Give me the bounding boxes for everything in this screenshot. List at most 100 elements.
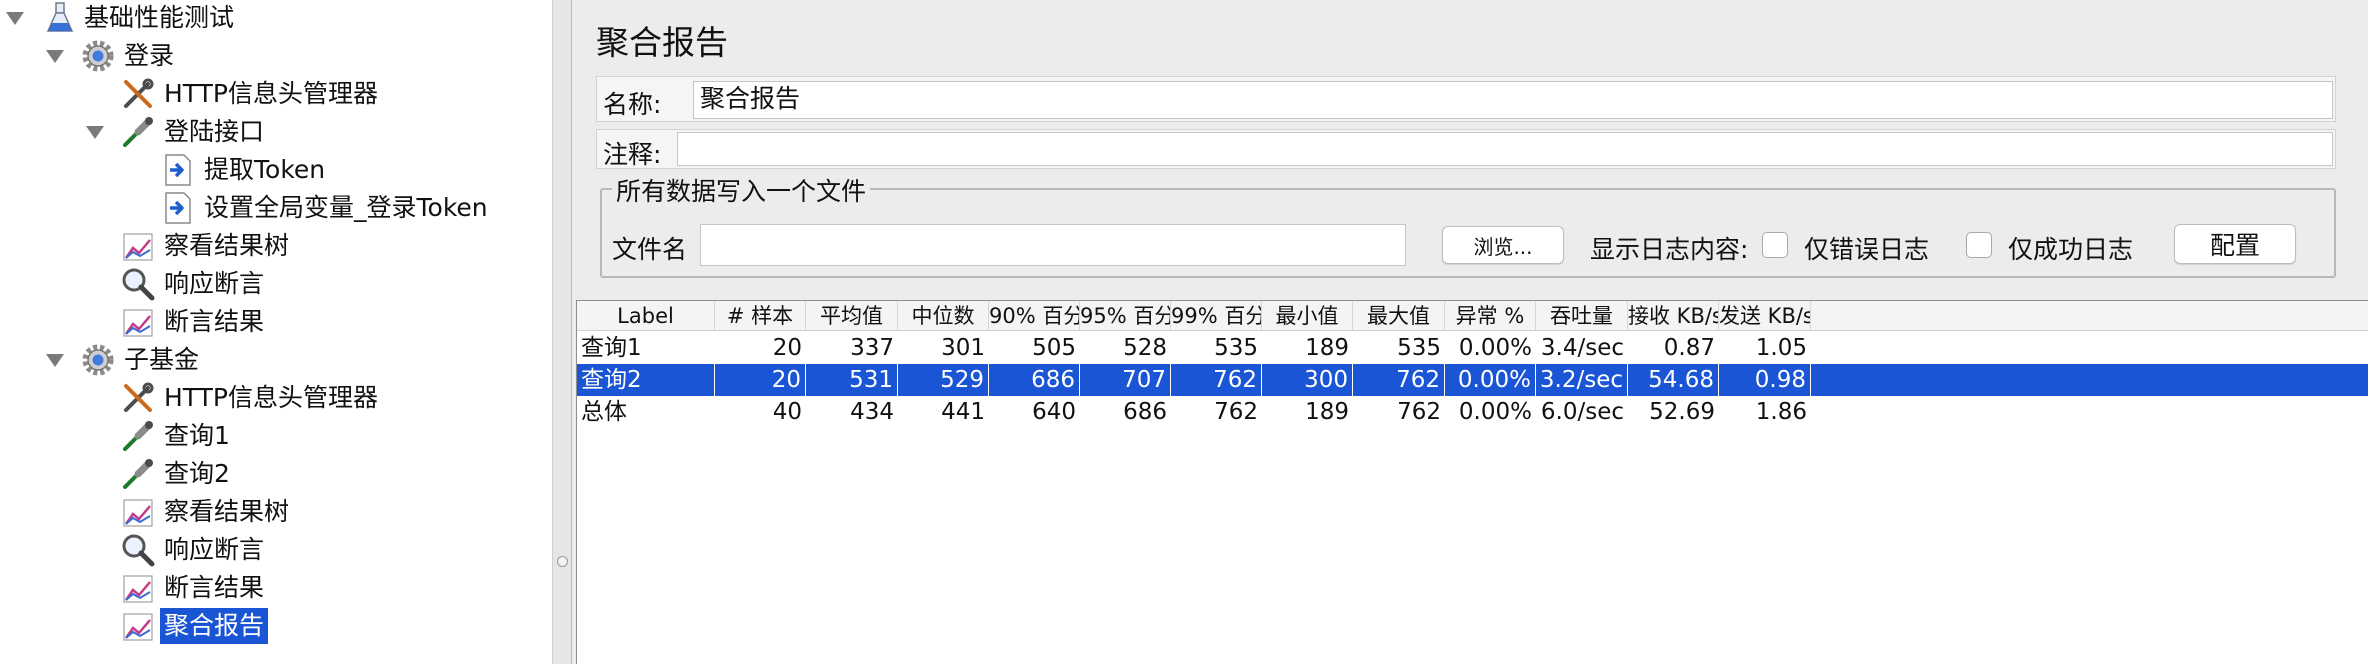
tree-item-label: HTTP信息头管理器 (164, 383, 378, 412)
column-header[interactable]: 平均值 (806, 301, 898, 331)
cell: 20 (772, 335, 802, 361)
column-header[interactable]: # 样本 (715, 301, 806, 331)
cell: 762 (1171, 364, 1262, 396)
column-header[interactable]: 99% 百分位 (1171, 301, 1262, 331)
cell: 40 (772, 399, 802, 425)
pipette-icon (120, 418, 156, 454)
cell: 总体 (581, 399, 627, 425)
cell: 0.00% (1445, 364, 1536, 396)
cell: 762 (1353, 364, 1445, 396)
table-header: Label # 样本 平均值 中位数 90% 百分位 95% 百分位 99% 百… (577, 301, 2368, 331)
column-header[interactable]: 最大值 (1353, 301, 1445, 331)
aggregate-report-panel: 聚合报告 名称: 聚合报告 注释: 所有数据写入一个文件 文件名 浏览... 显… (572, 0, 2368, 664)
column-header[interactable]: 发送 KB/sec (1719, 301, 1811, 331)
cell: 189 (1305, 335, 1349, 361)
cell: 54.68 (1628, 364, 1719, 396)
cell: 0.00% (1458, 335, 1532, 361)
cell: 6.0/sec (1540, 399, 1624, 425)
extractor-icon (160, 152, 196, 188)
name-input[interactable]: 聚合报告 (693, 81, 2333, 119)
cell: 300 (1262, 364, 1353, 396)
gear-icon (80, 38, 116, 74)
page-title: 聚合报告 (596, 23, 728, 62)
cell: 434 (850, 399, 894, 425)
write-to-file-group: 所有数据写入一个文件 文件名 浏览... 显示日志内容: 仅错误日志 仅成功日志… (600, 172, 2336, 278)
magnifier-icon (120, 532, 156, 568)
graph-icon (120, 494, 156, 530)
tree-item-label: 断言结果 (164, 573, 265, 602)
tree-item-label: 设置全局变量_登录Token (204, 193, 488, 222)
cell: 762 (1214, 399, 1258, 425)
cell: 707 (1080, 364, 1171, 396)
column-header[interactable]: Label (577, 301, 715, 331)
column-header[interactable]: 接收 KB/sec (1628, 301, 1719, 331)
cell: 531 (806, 364, 898, 396)
column-header[interactable]: 最小值 (1262, 301, 1353, 331)
column-header[interactable]: 95% 百分位 (1080, 301, 1171, 331)
comment-label: 注释: (603, 140, 662, 169)
results-table: Label # 样本 平均值 中位数 90% 百分位 95% 百分位 99% 百… (576, 300, 2368, 664)
cell: 查询2 (577, 364, 715, 396)
success-only-label: 仅成功日志 (2008, 235, 2134, 264)
tree-item-label: 登录 (124, 41, 175, 70)
configure-button[interactable]: 配置 (2174, 224, 2296, 264)
graph-icon (120, 228, 156, 264)
name-row: 名称: 聚合报告 (596, 76, 2336, 122)
errors-only-checkbox[interactable] (1762, 232, 1788, 258)
tree-item-label: 聚合报告 (160, 608, 269, 644)
comment-row: 注释: (596, 129, 2336, 169)
column-header[interactable]: 吞吐量 (1536, 301, 1628, 331)
table-row[interactable]: 查询1 20 337 301 505 528 535 189 535 0.00%… (577, 332, 2368, 364)
tree-item-label: 响应断言 (164, 269, 265, 298)
cell: 3.4/sec (1540, 335, 1624, 361)
filename-label: 文件名 (612, 235, 688, 264)
cell: 3.2/sec (1536, 364, 1628, 396)
cell: 查询1 (581, 335, 642, 361)
cell: 52.69 (1649, 399, 1715, 425)
comment-input[interactable] (677, 132, 2333, 166)
cell: 0.00% (1458, 399, 1532, 425)
tree-item-label: 子基金 (124, 345, 200, 374)
group-legend: 所有数据写入一个文件 (612, 172, 871, 208)
graph-icon (120, 304, 156, 340)
cell: 640 (1032, 399, 1076, 425)
success-only-checkbox[interactable] (1966, 232, 1992, 258)
wrench-icon (120, 76, 156, 112)
wrench-icon (120, 380, 156, 416)
expand-toggle-icon[interactable] (44, 45, 66, 67)
tree-item-label: 登陆接口 (164, 117, 265, 146)
cell: 1.05 (1755, 335, 1807, 361)
graph-icon (120, 570, 156, 606)
cell: 189 (1305, 399, 1349, 425)
filename-input[interactable] (700, 224, 1406, 266)
column-header[interactable]: 异常 % (1445, 301, 1536, 331)
tree-item-label: 基础性能测试 (84, 3, 235, 32)
cell: 337 (850, 335, 894, 361)
pipette-icon (120, 114, 156, 150)
table-row[interactable]: 总体 40 434 441 640 686 762 189 762 0.00% … (577, 396, 2368, 428)
tree-item-label: 察看结果树 (164, 497, 290, 526)
split-pane-divider[interactable] (552, 0, 572, 664)
expand-toggle-icon[interactable] (84, 121, 106, 143)
column-header[interactable]: 中位数 (898, 301, 989, 331)
expand-toggle-icon[interactable] (44, 349, 66, 371)
name-label: 名称: (603, 90, 662, 119)
browse-button[interactable]: 浏览... (1442, 226, 1564, 264)
cell: 20 (715, 364, 806, 396)
cell: 528 (1123, 335, 1167, 361)
cell: 762 (1397, 399, 1441, 425)
tree-item-label: 提取Token (204, 155, 326, 184)
flask-icon (42, 0, 78, 36)
graph-icon (120, 608, 156, 644)
cell: 529 (898, 364, 989, 396)
magnifier-icon (120, 266, 156, 302)
tree-item-label: 察看结果树 (164, 231, 290, 260)
expand-toggle-icon[interactable] (4, 7, 26, 29)
tree-item-label: HTTP信息头管理器 (164, 79, 378, 108)
cell: 441 (941, 399, 985, 425)
pipette-icon (120, 456, 156, 492)
table-row-selected[interactable]: 查询2 20 531 529 686 707 762 300 762 0.00%… (577, 364, 2368, 396)
tree-item-label: 响应断言 (164, 535, 265, 564)
divider-handle-icon[interactable] (557, 556, 568, 567)
column-header[interactable]: 90% 百分位 (989, 301, 1080, 331)
